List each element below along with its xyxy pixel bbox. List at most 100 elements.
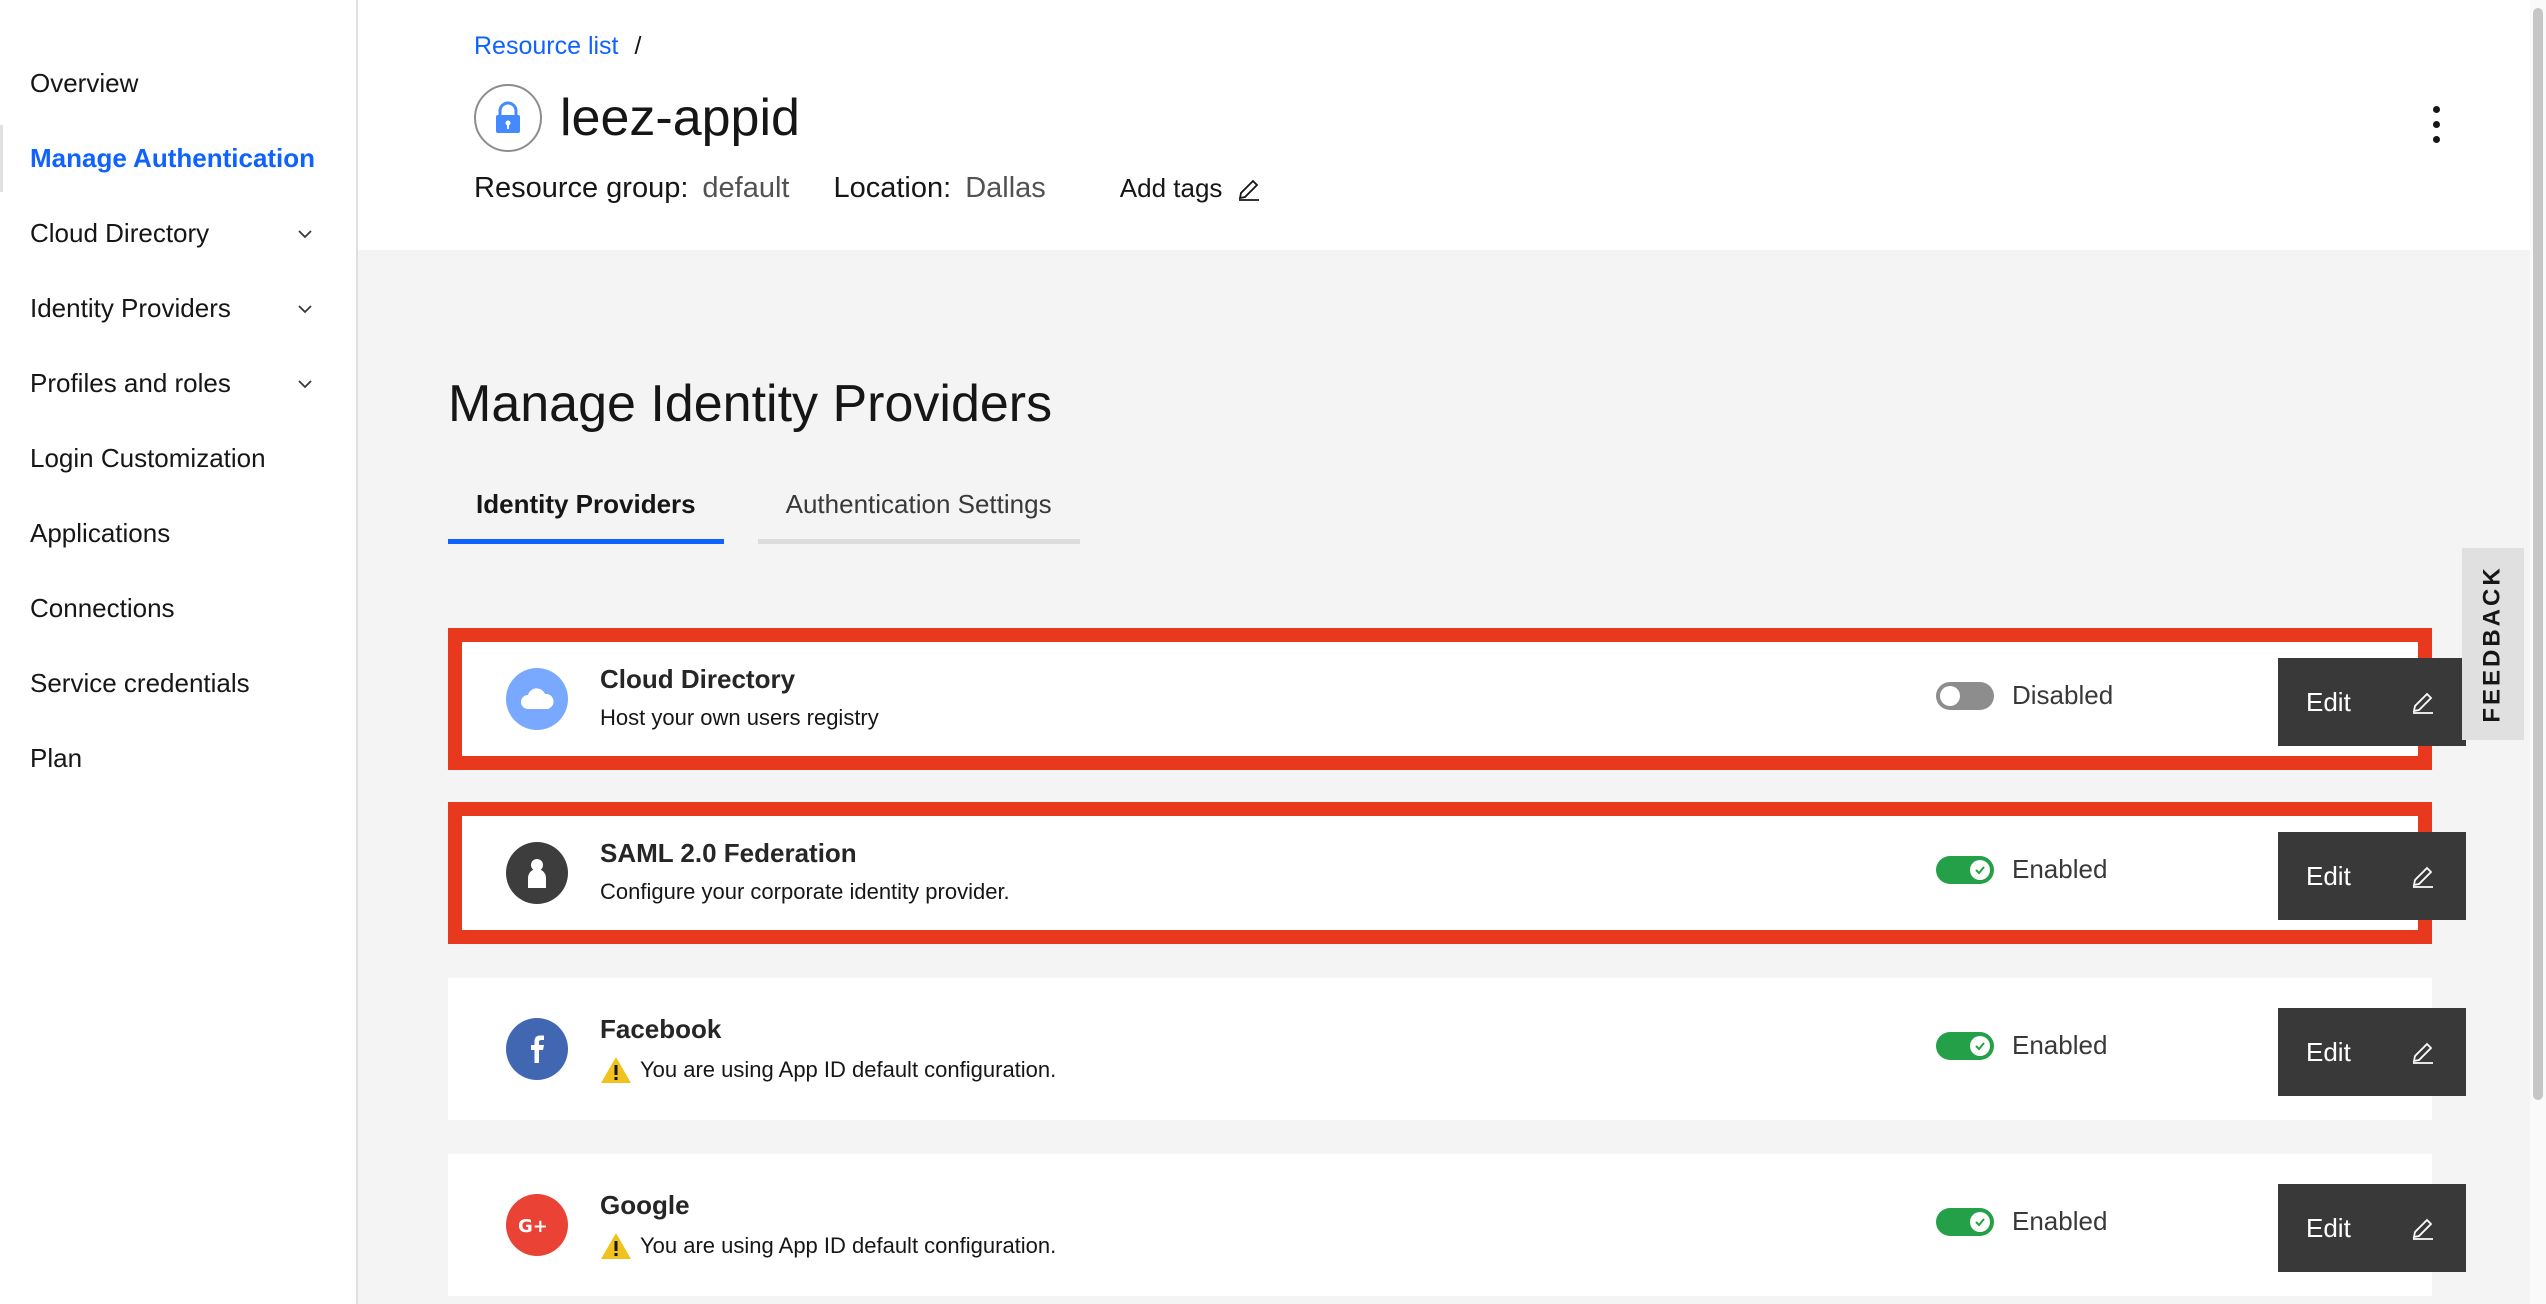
- provider-info: Cloud Directory Host your own users regi…: [600, 664, 879, 731]
- tab-authentication-settings[interactable]: Authentication Settings: [757, 470, 1080, 544]
- provider-row-facebook: Facebook You are using App ID default co…: [448, 978, 2466, 1120]
- provider-row-cloud-directory: Cloud Directory Host your own users regi…: [448, 628, 2466, 770]
- provider-status: Enabled: [1936, 1030, 2107, 1061]
- resource-meta: Resource group: default Location: Dallas…: [474, 172, 1262, 205]
- section-title: Manage Identity Providers: [448, 375, 1053, 433]
- sidebar-item-plan[interactable]: Plan: [0, 721, 356, 796]
- provider-row-saml: SAML 2.0 Federation Configure your corpo…: [448, 802, 2466, 944]
- person-icon: [506, 842, 568, 904]
- sidebar-item-label: Plan: [30, 743, 83, 773]
- breadcrumb-resource-list-link[interactable]: Resource list: [474, 32, 619, 61]
- sidebar-item-connections[interactable]: Connections: [0, 571, 356, 646]
- provider-toggle[interactable]: [1936, 681, 1994, 710]
- sidebar-item-label: Profiles and roles: [30, 368, 231, 398]
- provider-info: Facebook You are using App ID default co…: [600, 1014, 1056, 1085]
- provider-name: Google: [600, 1190, 690, 1220]
- edit-button[interactable]: Edit: [2278, 832, 2466, 920]
- sidebar-item-overview[interactable]: Overview: [0, 46, 356, 121]
- add-tags-label: Add tags: [1119, 173, 1223, 203]
- sidebar-item-service-credentials[interactable]: Service credentials: [0, 646, 356, 721]
- chevron-down-icon: [298, 229, 312, 238]
- provider-description: You are using App ID default configurati…: [600, 1231, 1056, 1261]
- svg-text:G+: G+: [518, 1216, 548, 1237]
- sidebar-item-label: Applications: [30, 518, 171, 548]
- warning-icon: [601, 1057, 631, 1083]
- provider-status-label: Enabled: [2012, 1030, 2108, 1060]
- page-title: leez-appid: [560, 89, 800, 147]
- sidebar-item-label: Overview: [30, 68, 139, 98]
- feedback-tab[interactable]: FEEDBACK: [2462, 548, 2524, 740]
- pencil-icon: [1239, 179, 1260, 201]
- provider-status-label: Enabled: [2012, 854, 2108, 884]
- resource-group-label: Resource group:: [474, 172, 689, 204]
- feedback-label: FEEDBACK: [2479, 565, 2506, 723]
- location-value: Dallas: [965, 172, 1046, 204]
- sidebar-item-manage-authentication[interactable]: Manage Authentication: [0, 121, 356, 196]
- scrollbar[interactable]: [2530, 0, 2546, 1304]
- sidebar-item-identity-providers[interactable]: Identity Providers: [0, 271, 356, 346]
- pencil-icon: [2412, 1218, 2433, 1240]
- breadcrumb: Resource list /: [474, 32, 641, 61]
- cloud-icon: [506, 668, 568, 730]
- provider-row-google: G+ Google You are using App ID default c…: [448, 1154, 2466, 1296]
- sidebar-item-label: Identity Providers: [30, 293, 231, 323]
- pencil-icon: [2412, 692, 2433, 714]
- overflow-menu-icon[interactable]: [2433, 106, 2440, 143]
- add-tags-button[interactable]: Add tags: [1120, 173, 1263, 204]
- edit-button[interactable]: Edit: [2278, 658, 2466, 746]
- provider-toggle[interactable]: [1936, 1031, 1994, 1060]
- provider-toggle[interactable]: [1936, 855, 1994, 884]
- warning-icon: [601, 1233, 631, 1259]
- provider-status: Enabled: [1936, 854, 2107, 885]
- provider-description-text: Host your own users registry: [600, 705, 879, 730]
- provider-status: Disabled: [1936, 680, 2113, 711]
- facebook-icon: [506, 1018, 568, 1080]
- provider-name-text: SAML 2.0 Federation: [600, 838, 857, 868]
- chevron-down-icon: [298, 304, 312, 313]
- tab-list: Identity Providers Authentication Settin…: [448, 470, 1080, 544]
- app-id-icon: [474, 84, 542, 152]
- sidebar-item-label: Manage Authentication: [30, 143, 316, 173]
- sidebar-item-label: Connections: [30, 593, 175, 623]
- resource-group-value: default: [702, 172, 790, 204]
- breadcrumb-separator: /: [634, 32, 642, 60]
- sidebar-item-applications[interactable]: Applications: [0, 496, 356, 571]
- sidebar-item-label: Login Customization: [30, 443, 266, 473]
- provider-description-text: Configure your corporate identity provid…: [600, 879, 1010, 904]
- google-plus-icon: G+: [506, 1194, 568, 1256]
- page-header: Resource list / leez-appid Resource grou…: [358, 0, 2530, 250]
- edit-button[interactable]: Edit: [2278, 1008, 2466, 1096]
- pencil-icon: [2412, 866, 2433, 888]
- provider-description: Host your own users registry: [600, 705, 879, 731]
- provider-status-label: Disabled: [2012, 680, 2114, 710]
- provider-info: SAML 2.0 Federation Configure your corpo…: [600, 838, 1010, 905]
- sidebar: Overview Manage Authentication Cloud Dir…: [0, 0, 358, 1304]
- sidebar-item-login-customization[interactable]: Login Customization: [0, 421, 356, 496]
- edit-button-label: Edit: [2306, 686, 2351, 717]
- provider-description: Configure your corporate identity provid…: [600, 879, 1010, 905]
- provider-info: Google You are using App ID default conf…: [600, 1190, 1056, 1261]
- provider-description-text: You are using App ID default configurati…: [640, 1233, 1057, 1258]
- provider-toggle[interactable]: [1936, 1207, 1994, 1236]
- provider-status-label: Enabled: [2012, 1206, 2108, 1236]
- provider-name: Facebook: [600, 1014, 722, 1044]
- provider-name: Cloud Directory: [600, 664, 796, 694]
- title-row: leez-appid: [474, 84, 800, 152]
- provider-description-text: You are using App ID default configurati…: [640, 1057, 1057, 1082]
- edit-button[interactable]: Edit: [2278, 1184, 2466, 1272]
- location-label: Location:: [833, 172, 952, 204]
- sidebar-item-label: Cloud Directory: [30, 218, 210, 248]
- chevron-down-icon: [298, 379, 312, 388]
- provider-name: SAML 2.0 Federation: [600, 838, 1010, 869]
- edit-button-label: Edit: [2306, 860, 2351, 891]
- sidebar-item-label: Service credentials: [30, 668, 250, 698]
- sidebar-item-profiles-and-roles[interactable]: Profiles and roles: [0, 346, 356, 421]
- sidebar-item-cloud-directory[interactable]: Cloud Directory: [0, 196, 356, 271]
- edit-button-label: Edit: [2306, 1036, 2351, 1067]
- tab-identity-providers[interactable]: Identity Providers: [448, 470, 724, 544]
- provider-status: Enabled: [1936, 1206, 2107, 1237]
- pencil-icon: [2412, 1042, 2433, 1064]
- scrollbar-thumb[interactable]: [2533, 8, 2543, 1100]
- provider-description: You are using App ID default configurati…: [600, 1055, 1056, 1085]
- edit-button-label: Edit: [2306, 1212, 2351, 1243]
